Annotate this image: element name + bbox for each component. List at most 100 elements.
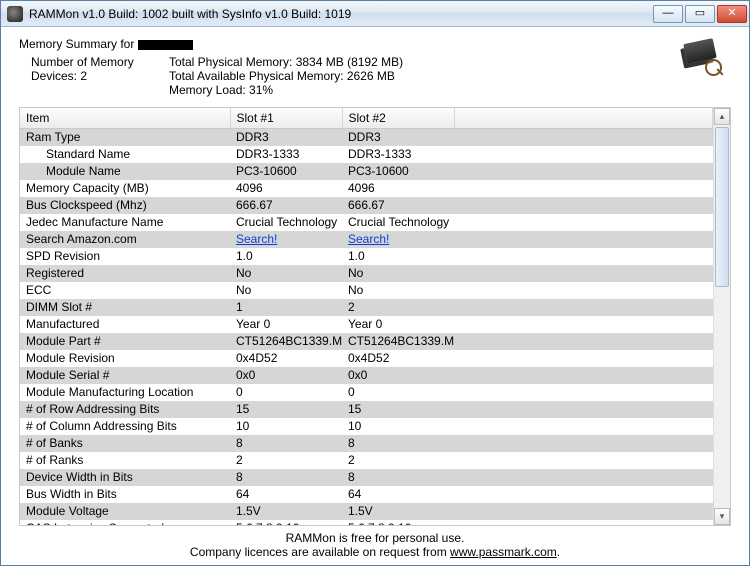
row-label: Module Serial # <box>20 367 230 384</box>
table-row[interactable]: Device Width in Bits88 <box>20 469 713 486</box>
row-slot2: 15 <box>342 401 454 418</box>
row-slot1: 1.0 <box>230 248 342 265</box>
header-slot2[interactable]: Slot #2 <box>342 108 454 129</box>
row-slot2: 2 <box>342 299 454 316</box>
row-label: Bus Clockspeed (Mhz) <box>20 197 230 214</box>
row-slot2: CT51264BC1339.M16F <box>342 333 454 350</box>
row-slot2[interactable]: Search! <box>342 231 454 248</box>
row-label: Memory Capacity (MB) <box>20 180 230 197</box>
table-row[interactable]: Bus Width in Bits6464 <box>20 486 713 503</box>
table-row[interactable]: Module Voltage1.5V1.5V <box>20 503 713 520</box>
table-row[interactable]: Memory Capacity (MB)40964096 <box>20 180 713 197</box>
row-slot2: 666.67 <box>342 197 454 214</box>
row-spacer <box>454 418 713 435</box>
row-label: Module Part # <box>20 333 230 350</box>
footer-line1: RAMMon is free for personal use. <box>19 531 731 545</box>
table-row[interactable]: # of Banks88 <box>20 435 713 452</box>
row-slot2: DDR3 <box>342 129 454 146</box>
table-row[interactable]: Bus Clockspeed (Mhz)666.67666.67 <box>20 197 713 214</box>
table-row[interactable]: Module NamePC3-10600PC3-10600 <box>20 163 713 180</box>
row-spacer <box>454 435 713 452</box>
scroll-thumb[interactable] <box>715 127 729 287</box>
row-slot1: CT51264BC1339.M16F <box>230 333 342 350</box>
table-row[interactable]: ECCNoNo <box>20 282 713 299</box>
close-button[interactable]: ✕ <box>717 5 747 23</box>
row-spacer <box>454 214 713 231</box>
memory-summary: Memory Summary for Number of Memory Devi… <box>19 37 731 97</box>
table-row[interactable]: # of Ranks22 <box>20 452 713 469</box>
row-slot2: 8 <box>342 469 454 486</box>
row-slot1: 0x0 <box>230 367 342 384</box>
row-slot2: 1.0 <box>342 248 454 265</box>
table-header-row: Item Slot #1 Slot #2 <box>20 108 713 129</box>
row-label: DIMM Slot # <box>20 299 230 316</box>
row-label: # of Banks <box>20 435 230 452</box>
row-slot1[interactable]: Search! <box>230 231 342 248</box>
table-row[interactable]: # of Row Addressing Bits1515 <box>20 401 713 418</box>
row-spacer <box>454 503 713 520</box>
table-row[interactable]: Module Manufacturing Location00 <box>20 384 713 401</box>
scroll-up-button[interactable]: ▴ <box>714 108 730 125</box>
vertical-scrollbar[interactable]: ▴ ▾ <box>713 108 730 525</box>
row-label: Registered <box>20 265 230 282</box>
row-slot2: 64 <box>342 486 454 503</box>
row-slot2: 2 <box>342 452 454 469</box>
row-spacer <box>454 163 713 180</box>
table-row[interactable]: SPD Revision1.01.0 <box>20 248 713 265</box>
row-slot1: 8 <box>230 469 342 486</box>
row-slot2: 0x4D52 <box>342 350 454 367</box>
summary-text: Memory Summary for Number of Memory Devi… <box>19 37 679 97</box>
window-title: RAMMon v1.0 Build: 1002 built with SysIn… <box>29 7 653 21</box>
row-slot1: 1.5V <box>230 503 342 520</box>
row-slot2: 4096 <box>342 180 454 197</box>
row-label: Standard Name <box>20 146 230 163</box>
title-bar[interactable]: RAMMon v1.0 Build: 1002 built with SysIn… <box>1 1 749 27</box>
row-slot2: Crucial Technology <box>342 214 454 231</box>
table-row[interactable]: CAS Latencies Supported5 6 7 8 9 105 6 7… <box>20 520 713 526</box>
table-row[interactable]: Module Serial #0x00x0 <box>20 367 713 384</box>
header-spacer <box>454 108 713 129</box>
table-row[interactable]: Module Revision0x4D520x4D52 <box>20 350 713 367</box>
scroll-track[interactable] <box>714 125 730 508</box>
row-label: ECC <box>20 282 230 299</box>
minimize-button[interactable]: — <box>653 5 683 23</box>
table-row[interactable]: ManufacturedYear 0Year 0 <box>20 316 713 333</box>
row-label: CAS Latencies Supported <box>20 520 230 526</box>
summary-row-devices: Number of Memory Devices: 2 Total Physic… <box>19 55 679 97</box>
row-spacer <box>454 350 713 367</box>
devices-value: 2 <box>80 69 87 83</box>
row-slot1: 0 <box>230 384 342 401</box>
row-spacer <box>454 180 713 197</box>
table-row[interactable]: Search Amazon.comSearch!Search! <box>20 231 713 248</box>
row-slot2: No <box>342 282 454 299</box>
table-row[interactable]: # of Column Addressing Bits1010 <box>20 418 713 435</box>
row-slot1: 5 6 7 8 9 10 <box>230 520 342 526</box>
table-row[interactable]: RegisteredNoNo <box>20 265 713 282</box>
row-slot1: Crucial Technology <box>230 214 342 231</box>
scroll-down-button[interactable]: ▾ <box>714 508 730 525</box>
memory-load: Memory Load: 31% <box>169 83 679 97</box>
row-slot1: 0x4D52 <box>230 350 342 367</box>
header-slot1[interactable]: Slot #1 <box>230 108 342 129</box>
row-label: Module Revision <box>20 350 230 367</box>
row-slot2: Year 0 <box>342 316 454 333</box>
row-slot2: 10 <box>342 418 454 435</box>
total-physical-memory: Total Physical Memory: 3834 MB (8192 MB) <box>169 55 679 69</box>
memory-grid[interactable]: Item Slot #1 Slot #2 Ram TypeDDR3DDR3Sta… <box>20 108 713 525</box>
table-row[interactable]: Ram TypeDDR3DDR3 <box>20 129 713 146</box>
search-link[interactable]: Search! <box>236 232 277 246</box>
table-row[interactable]: Standard NameDDR3-1333DDR3-1333 <box>20 146 713 163</box>
header-item[interactable]: Item <box>20 108 230 129</box>
table-row[interactable]: Module Part #CT51264BC1339.M16FCT51264BC… <box>20 333 713 350</box>
row-slot1: 1 <box>230 299 342 316</box>
table-row[interactable]: DIMM Slot #12 <box>20 299 713 316</box>
memory-table: Item Slot #1 Slot #2 Ram TypeDDR3DDR3Sta… <box>20 108 713 525</box>
table-row[interactable]: Jedec Manufacture NameCrucial Technology… <box>20 214 713 231</box>
row-slot1: 8 <box>230 435 342 452</box>
table-body: Ram TypeDDR3DDR3Standard Name DDR3-1333DD… <box>20 129 713 526</box>
row-slot2: DDR3-1333 <box>342 146 454 163</box>
passmark-link[interactable]: www.passmark.com <box>450 545 557 559</box>
search-link[interactable]: Search! <box>348 232 389 246</box>
row-slot1: No <box>230 265 342 282</box>
maximize-button[interactable]: ▭ <box>685 5 715 23</box>
